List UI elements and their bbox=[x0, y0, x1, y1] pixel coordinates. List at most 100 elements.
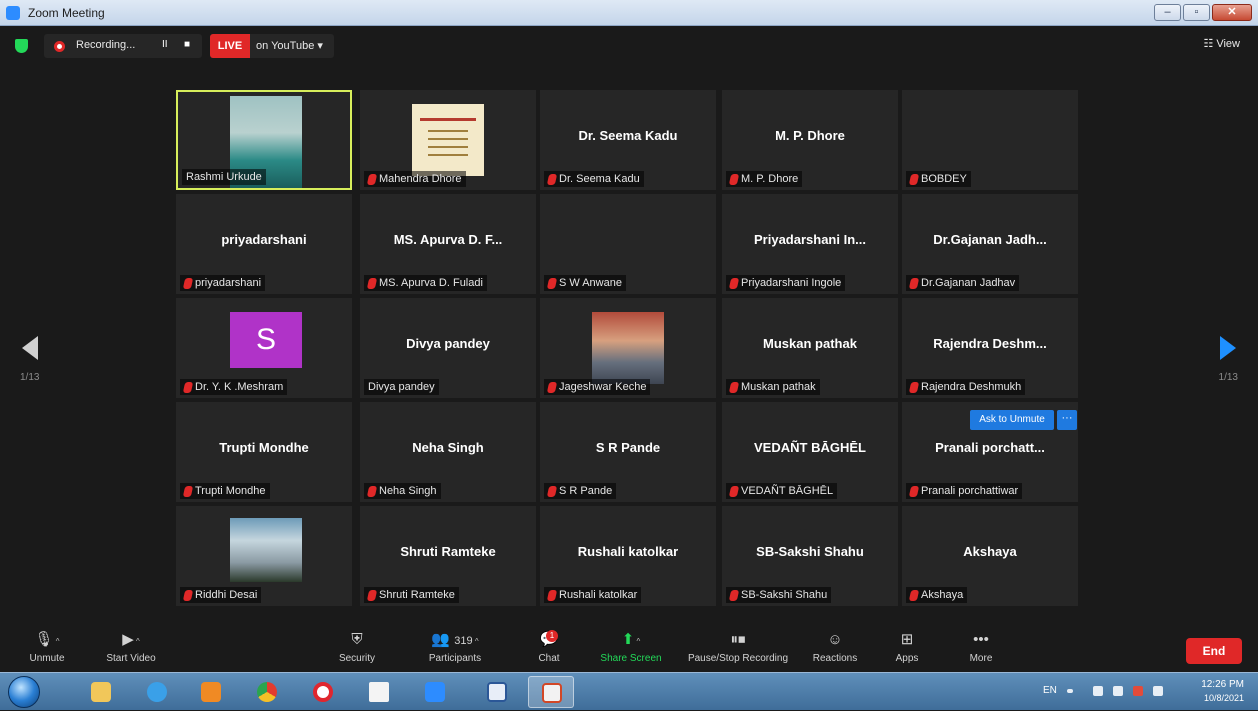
participant-name: Dr. Seema Kadu bbox=[559, 173, 640, 185]
muted-mic-icon bbox=[366, 173, 378, 185]
taskbar-word[interactable] bbox=[474, 676, 520, 708]
encryption-shield-icon[interactable] bbox=[15, 39, 28, 53]
more-button[interactable]: ••• More bbox=[962, 628, 1000, 672]
maximize-button[interactable]: ▫ bbox=[1183, 4, 1210, 21]
muted-mic-icon bbox=[728, 381, 740, 393]
pause-stop-recording-button[interactable]: ⏸⏹ Pause/Stop Recording bbox=[680, 628, 796, 672]
unmute-button[interactable]: 🎙 ^ Unmute bbox=[22, 628, 72, 672]
participant-tile[interactable]: Rushali katolkar Rushali katolkar bbox=[540, 506, 716, 606]
share-screen-button[interactable]: ⬆ ^ Share Screen bbox=[594, 628, 668, 672]
participant-tile[interactable]: Dr.Gajanan Jadh... Dr.Gajanan Jadhav bbox=[902, 194, 1078, 294]
participant-tile[interactable]: S Dr. Y. K .Meshram bbox=[176, 298, 352, 398]
participant-display-name: Rajendra Deshm... bbox=[933, 336, 1047, 351]
participant-name: Rashmi Urkude bbox=[186, 171, 262, 183]
start-button-icon[interactable] bbox=[8, 676, 40, 708]
document-icon bbox=[369, 682, 389, 702]
participant-tile[interactable]: priyadarshani priyadarshani bbox=[176, 194, 352, 294]
folder-icon bbox=[91, 682, 111, 702]
taskbar-media-player[interactable] bbox=[188, 676, 234, 708]
previous-page-arrow-icon[interactable] bbox=[22, 336, 38, 360]
participant-tile[interactable]: S R Pande S R Pande bbox=[540, 402, 716, 502]
apps-button[interactable]: ⊞ Apps bbox=[888, 628, 926, 672]
participant-tile[interactable]: Muskan pathak Muskan pathak bbox=[722, 298, 898, 398]
page-indicator-right: 1/13 bbox=[1218, 372, 1238, 383]
participant-name-label: Dr. Y. K .Meshram bbox=[180, 379, 288, 395]
participant-tile[interactable]: Neha Singh Neha Singh bbox=[360, 402, 536, 502]
start-video-button[interactable]: ▶ ^ Start Video bbox=[98, 628, 164, 672]
participant-display-name: Shruti Ramteke bbox=[400, 544, 496, 559]
live-stream-label[interactable]: on YouTube ▾ bbox=[256, 39, 323, 52]
minimize-button[interactable]: – bbox=[1154, 4, 1181, 21]
show-hidden-icons-icon[interactable] bbox=[1067, 689, 1073, 693]
stop-recording-button[interactable]: ■ bbox=[184, 39, 190, 50]
participant-display-name: MS. Apurva D. F... bbox=[393, 232, 503, 247]
participant-tile[interactable]: Akshaya Akshaya bbox=[902, 506, 1078, 606]
next-page-arrow-icon[interactable] bbox=[1220, 336, 1236, 360]
taskbar-opera[interactable] bbox=[300, 676, 346, 708]
participant-display-name: Dr. Seema Kadu bbox=[578, 128, 678, 143]
word-icon bbox=[487, 682, 507, 702]
language-indicator[interactable]: EN bbox=[1043, 685, 1057, 696]
reactions-button[interactable]: ☺ Reactions bbox=[806, 628, 864, 672]
participant-tile[interactable]: Mahendra Dhore bbox=[360, 90, 536, 190]
clock-date[interactable]: 10/8/2021 bbox=[1204, 693, 1244, 703]
security-button[interactable]: ⛨ Security bbox=[332, 628, 382, 672]
close-button[interactable]: ✕ bbox=[1212, 4, 1252, 21]
participant-name-label: Shruti Ramteke bbox=[364, 587, 459, 603]
volume-tray-icon[interactable] bbox=[1113, 686, 1123, 696]
more-label: More bbox=[969, 653, 993, 664]
muted-mic-icon bbox=[728, 277, 740, 289]
participant-display-name: Muskan pathak bbox=[763, 336, 857, 351]
pause-stop-icon: ⏸⏹ bbox=[730, 631, 746, 648]
participant-tile[interactable]: Dr. Seema Kadu Dr. Seema Kadu bbox=[540, 90, 716, 190]
action-center-icon[interactable] bbox=[1133, 686, 1143, 696]
participant-tile[interactable]: SB-Sakshi Shahu SB-Sakshi Shahu bbox=[722, 506, 898, 606]
participant-tile[interactable]: Rajendra Deshm... Rajendra Deshmukh bbox=[902, 298, 1078, 398]
participant-name-label: Priyadarshani Ingole bbox=[726, 275, 846, 291]
taskbar-internet-explorer[interactable] bbox=[134, 676, 180, 708]
chat-button[interactable]: 💬 1 Chat bbox=[532, 628, 566, 672]
windows-taskbar: EN 12:26 PM 10/8/2021 bbox=[0, 672, 1258, 710]
participant-video bbox=[230, 518, 302, 582]
window-title: Zoom Meeting bbox=[28, 6, 105, 20]
end-meeting-button[interactable]: End bbox=[1186, 638, 1242, 664]
tile-more-options-button[interactable]: ··· bbox=[1057, 410, 1077, 430]
video-off-icon: ▶ ^ bbox=[122, 631, 140, 648]
participant-tile[interactable]: M. P. Dhore M. P. Dhore bbox=[722, 90, 898, 190]
participant-tile[interactable]: MS. Apurva D. F... MS. Apurva D. Fuladi bbox=[360, 194, 536, 294]
muted-mic-icon bbox=[182, 485, 194, 497]
taskbar-chrome[interactable] bbox=[244, 676, 290, 708]
participant-tile[interactable]: Shruti Ramteke Shruti Ramteke bbox=[360, 506, 536, 606]
taskbar-file-explorer[interactable] bbox=[78, 676, 124, 708]
participant-tile[interactable]: S W Anwane bbox=[540, 194, 716, 294]
live-stream-indicator[interactable]: LIVE on YouTube ▾ bbox=[210, 34, 334, 58]
participant-tile[interactable]: VEDAÑT BĀGHĒL VEDAÑT BĀGHĒL bbox=[722, 402, 898, 502]
participant-tile[interactable]: Riddhi Desai bbox=[176, 506, 352, 606]
internet-explorer-icon bbox=[147, 682, 167, 702]
participant-tile[interactable]: Divya pandey Divya pandey bbox=[360, 298, 536, 398]
taskbar-powerpoint[interactable] bbox=[528, 676, 574, 708]
participant-name: S R Pande bbox=[559, 485, 613, 497]
participant-tile[interactable]: Jageshwar Keche bbox=[540, 298, 716, 398]
participant-display-name: Akshaya bbox=[963, 544, 1017, 559]
view-button[interactable]: ☷ View bbox=[1203, 37, 1240, 50]
participant-tile[interactable]: BOBDEY bbox=[902, 90, 1078, 190]
signal-tray-icon[interactable] bbox=[1153, 686, 1163, 696]
taskbar-document[interactable] bbox=[356, 676, 402, 708]
taskbar-zoom[interactable] bbox=[412, 676, 458, 708]
network-tray-icon[interactable] bbox=[1093, 686, 1103, 696]
participant-name-label: Jageshwar Keche bbox=[544, 379, 651, 395]
muted-mic-icon bbox=[546, 381, 558, 393]
security-label: Security bbox=[338, 653, 376, 664]
ask-to-unmute-button[interactable]: Ask to Unmute bbox=[970, 410, 1054, 430]
clock-time[interactable]: 12:26 PM bbox=[1201, 679, 1244, 690]
participant-name-label: Pranali porchattiwar bbox=[906, 483, 1023, 499]
participant-tile[interactable]: Rashmi Urkude bbox=[176, 90, 352, 190]
pause-recording-button[interactable]: II bbox=[162, 39, 168, 50]
participant-tile[interactable]: Trupti Mondhe Trupti Mondhe bbox=[176, 402, 352, 502]
participant-tile[interactable]: Priyadarshani In... Priyadarshani Ingole bbox=[722, 194, 898, 294]
participant-name: Akshaya bbox=[921, 589, 964, 601]
participant-display-name: VEDAÑT BĀGHĒL bbox=[754, 440, 866, 455]
participants-button[interactable]: 👥 319 ^ Participants bbox=[418, 628, 492, 672]
muted-mic-icon bbox=[182, 589, 194, 601]
